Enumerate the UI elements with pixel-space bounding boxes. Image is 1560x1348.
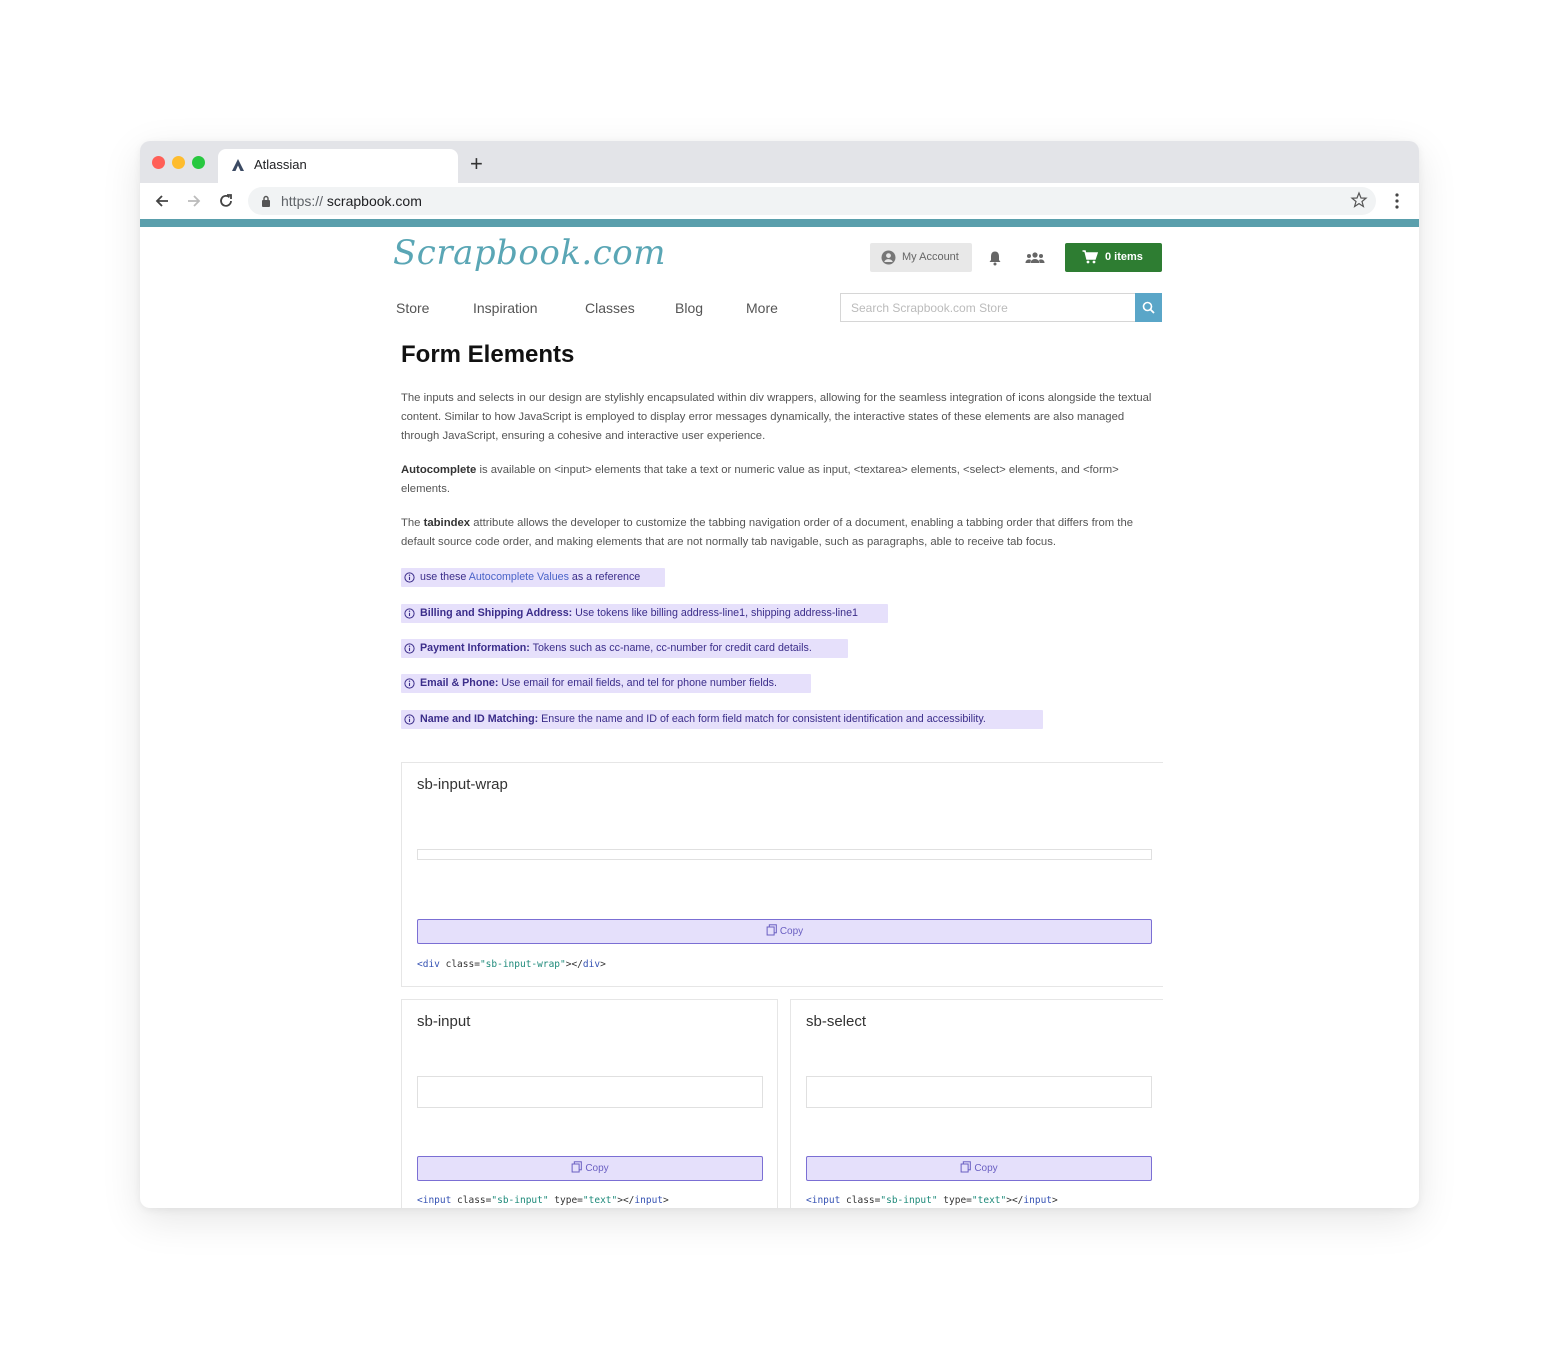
site-logo[interactable]: Scrapbook.com (393, 233, 666, 273)
note-payment: Payment Information: Tokens such as cc-n… (401, 639, 848, 658)
copy-label: Copy (585, 1163, 609, 1174)
address-bar[interactable]: https:// scrapbook.com (248, 187, 1376, 215)
copy-label: Copy (779, 926, 804, 937)
note-name-text: Ensure the name and ID of each form fiel… (538, 713, 986, 725)
user-circle-icon (881, 250, 896, 265)
cart-icon (1082, 250, 1098, 264)
minimize-window-button[interactable] (172, 156, 185, 169)
card-title: sb-select (806, 1013, 867, 1030)
info-icon (404, 572, 415, 583)
autocomplete-term: Autocomplete (401, 464, 477, 476)
copy-icon (571, 1161, 582, 1173)
tab-bar: Atlassian + (140, 141, 1419, 183)
autocomplete-paragraph: Autocomplete is available on <input> ele… (401, 461, 1161, 499)
note-payment-text: Tokens such as cc-name, cc-number for cr… (529, 642, 812, 654)
code-snippet: <div class="sb-input-wrap"></div> (417, 959, 606, 970)
lock-icon (262, 195, 270, 207)
nav-item-inspiration[interactable]: Inspiration (473, 300, 538, 316)
note-name-label: Name and ID Matching: (420, 713, 539, 725)
code-snippet: <input class="sb-input" type="text"></in… (417, 1195, 669, 1206)
autocomplete-values-link[interactable]: Autocomplete Values (469, 571, 569, 583)
new-tab-button[interactable]: + (470, 151, 483, 177)
browser-menu-icon[interactable] (1390, 191, 1404, 211)
accent-bar (140, 219, 1419, 227)
close-window-button[interactable] (152, 156, 165, 169)
note-reference: use these Autocomplete Values as a refer… (401, 568, 665, 587)
info-icon (404, 714, 415, 725)
copy-button[interactable]: Copy (417, 1156, 763, 1181)
store-search-input[interactable]: Search Scrapbook.com Store (840, 293, 1135, 322)
note-email-text: Use email for email fields, and tel for … (498, 677, 777, 689)
url-text: https:// scrapbook.com (281, 193, 422, 209)
tabindex-text: attribute allows the developer to custom… (401, 517, 1134, 548)
tabindex-term: tabindex (423, 517, 471, 529)
card-sb-select: sb-select Copy <input class="sb-input" t… (790, 999, 1163, 1208)
search-placeholder: Search Scrapbook.com Store (851, 301, 1008, 315)
my-account-label: My Account (902, 251, 959, 263)
code-snippet: <input class="sb-input" type="text"></in… (806, 1195, 1058, 1206)
browser-tab[interactable]: Atlassian (218, 149, 458, 183)
tabindex-paragraph: The tabindex attribute allows the develo… (401, 514, 1161, 552)
users-icon[interactable] (1025, 251, 1045, 265)
atlassian-icon (232, 159, 244, 171)
search-icon (1142, 301, 1155, 314)
card-title: sb-input-wrap (417, 776, 508, 793)
note-reference-pre: use these (420, 571, 469, 583)
reload-icon[interactable] (216, 191, 236, 211)
card-title: sb-input (417, 1013, 471, 1030)
note-billing-text: Use tokens like billing address-line1, s… (572, 607, 858, 619)
cart-label: 0 items (1105, 251, 1143, 263)
page-title: Form Elements (401, 341, 575, 368)
sb-input-wrap-demo[interactable] (417, 849, 1152, 860)
browser-toolbar: https:// scrapbook.com (140, 183, 1419, 219)
page-content: Scrapbook.com My Account 0 items Store I… (140, 227, 1419, 1208)
bell-icon[interactable] (988, 250, 1002, 266)
autocomplete-text: is available on <input> elements that ta… (401, 464, 1119, 495)
copy-button[interactable]: Copy (417, 919, 1152, 944)
info-icon (404, 608, 415, 619)
cart-button[interactable]: 0 items (1065, 243, 1162, 272)
note-payment-label: Payment Information: (420, 642, 530, 654)
copy-icon (766, 924, 777, 936)
sb-input-demo[interactable] (417, 1076, 763, 1108)
note-email-phone: Email & Phone: Use email for email field… (401, 674, 811, 693)
maximize-window-button[interactable] (192, 156, 205, 169)
nav-item-store[interactable]: Store (396, 300, 429, 316)
tabindex-prefix: The (401, 517, 424, 529)
tab-title: Atlassian (254, 157, 307, 172)
back-arrow-icon[interactable] (152, 191, 172, 211)
sb-select-demo[interactable] (806, 1076, 1152, 1108)
copy-button[interactable]: Copy (806, 1156, 1152, 1181)
note-billing: Billing and Shipping Address: Use tokens… (401, 604, 888, 623)
nav-item-blog[interactable]: Blog (675, 300, 703, 316)
info-icon (404, 643, 415, 654)
note-name-id: Name and ID Matching: Ensure the name an… (401, 710, 1043, 729)
card-sb-input-wrap: sb-input-wrap Copy <div class="sb-input-… (401, 762, 1163, 987)
note-billing-label: Billing and Shipping Address: (420, 607, 573, 619)
copy-label: Copy (974, 1163, 998, 1174)
forward-arrow-icon[interactable] (184, 191, 204, 211)
nav-item-classes[interactable]: Classes (585, 300, 635, 316)
info-icon (404, 678, 415, 689)
note-reference-post: as a reference (568, 571, 641, 583)
search-button[interactable] (1135, 293, 1162, 322)
card-sb-input: sb-input Copy <input class="sb-input" ty… (401, 999, 778, 1208)
copy-icon (960, 1161, 971, 1173)
note-email-label: Email & Phone: (420, 677, 499, 689)
browser-window: Atlassian + https:// scrapbook.com Scrap… (140, 141, 1419, 1208)
intro-paragraph: The inputs and selects in our design are… (401, 392, 1152, 442)
bookmark-star-icon[interactable] (1350, 191, 1368, 209)
nav-item-more[interactable]: More (746, 300, 778, 316)
my-account-button[interactable]: My Account (870, 243, 972, 272)
